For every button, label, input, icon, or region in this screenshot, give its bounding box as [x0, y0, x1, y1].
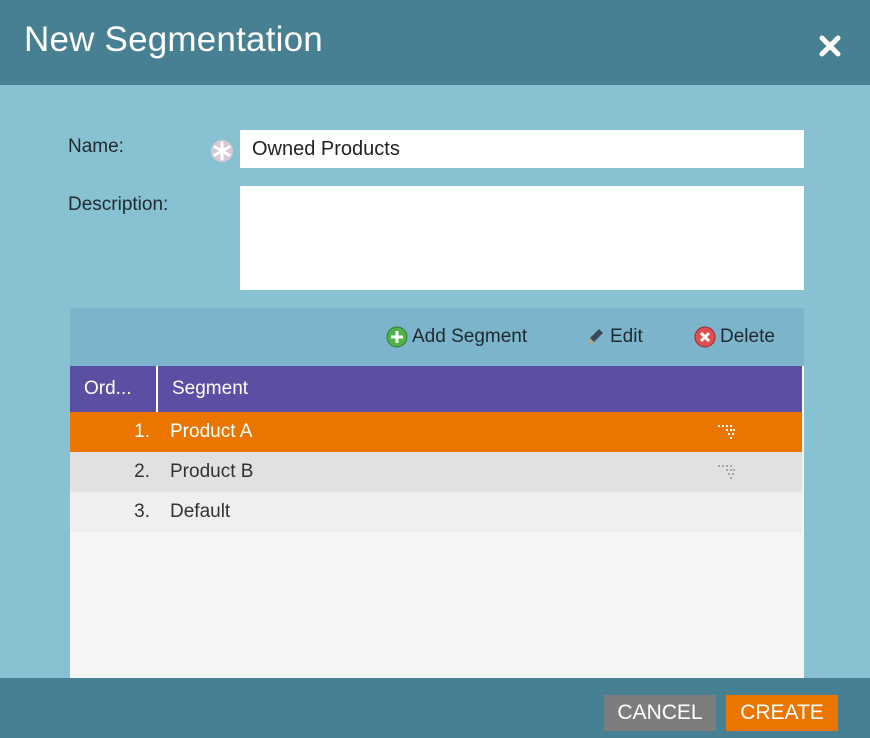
column-header-segment[interactable]: Segment — [160, 366, 248, 412]
add-segment-label: Add Segment — [412, 326, 528, 347]
drag-handle-icon[interactable] — [716, 423, 736, 441]
name-label: Name: — [68, 136, 124, 157]
drag-handle-icon[interactable] — [716, 463, 736, 481]
row-segment: Product A — [170, 421, 253, 442]
dialog-title: New Segmentation — [24, 20, 323, 59]
table-row[interactable]: 3. Default — [70, 492, 802, 532]
dialog-titlebar: New Segmentation — [0, 0, 870, 85]
add-segment-button[interactable]: Add Segment — [386, 324, 527, 350]
row-segment: Product B — [170, 461, 254, 482]
close-icon[interactable] — [814, 30, 846, 62]
delete-label: Delete — [720, 326, 775, 347]
dialog-footer: CANCEL CREATE — [0, 678, 870, 738]
grid-header: Ord... Segment — [70, 366, 804, 412]
row-order: 1. — [134, 421, 150, 442]
row-order: 3. — [134, 501, 150, 522]
table-row[interactable]: 1. Product A — [70, 412, 802, 452]
description-label: Description: — [68, 194, 169, 215]
plus-circle-icon — [386, 326, 408, 348]
edit-label: Edit — [610, 326, 643, 347]
column-header-order[interactable]: Ord... — [70, 366, 158, 412]
row-segment: Default — [170, 501, 231, 522]
table-row[interactable]: 2. Product B — [70, 452, 802, 492]
edit-button[interactable]: Edit — [584, 324, 643, 350]
row-order: 2. — [134, 461, 150, 482]
create-button[interactable]: CREATE — [726, 695, 838, 731]
pencil-icon — [588, 329, 603, 344]
description-input[interactable] — [240, 186, 804, 290]
name-input[interactable] — [240, 130, 804, 168]
required-asterisk-icon — [211, 140, 233, 162]
cancel-button[interactable]: CANCEL — [604, 695, 716, 731]
segments-toolbar: Add Segment Edit Delete — [70, 308, 804, 366]
delete-button[interactable]: Delete — [694, 324, 775, 350]
delete-circle-icon — [694, 326, 716, 348]
segments-panel: Add Segment Edit Delete Ord... Segment 1… — [70, 308, 804, 678]
